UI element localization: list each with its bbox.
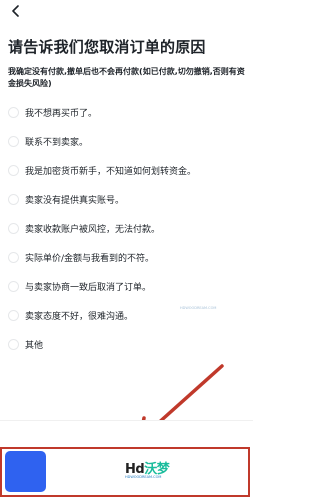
reason-option-mutual-cancel[interactable]: 与卖家协商一致后取消了订单。 <box>8 272 248 301</box>
reason-option-new-user[interactable]: 我是加密货币新手，不知道如何划转资金。 <box>8 156 248 185</box>
reason-option-account-risk-control[interactable]: 卖家收款账户被风控，无法付款。 <box>8 214 248 243</box>
cancel-warning-text: 我确定没有付款,撤单后也不会再付款(如已付款,切勿撤销,否则有资金损失风险) <box>8 67 245 88</box>
reason-label: 卖家态度不好，很难沟通。 <box>25 312 134 322</box>
reason-option-no-real-account[interactable]: 卖家没有提供真实账号。 <box>8 185 248 214</box>
reason-label: 我是加密货币新手，不知道如何划转资金。 <box>25 167 197 177</box>
watermark-url-faint: HDWOODREAM.COM <box>180 306 217 310</box>
reason-label: 实际单价/金额与我看到的不符。 <box>25 254 155 264</box>
reason-label: 联系不到卖家。 <box>25 138 89 148</box>
radio-button[interactable] <box>8 136 19 147</box>
reason-label: 其他 <box>25 341 44 351</box>
watermark-url: HDWOODREAM.COM <box>125 475 162 479</box>
radio-button[interactable] <box>8 252 19 263</box>
reason-label: 与卖家协商一致后取消了订单。 <box>25 283 152 293</box>
page-title: 请告诉我们您取消订单的原因 <box>8 38 206 56</box>
reason-option-price-mismatch[interactable]: 实际单价/金额与我看到的不符。 <box>8 243 248 272</box>
reason-list: 我不想再买币了。 联系不到卖家。 我是加密货币新手，不知道如何划转资金。 卖家没… <box>8 98 248 359</box>
reason-label: 我不想再买币了。 <box>25 109 98 119</box>
chevron-left-icon <box>12 5 19 17</box>
radio-button[interactable] <box>8 107 19 118</box>
radio-button[interactable] <box>8 165 19 176</box>
radio-button[interactable] <box>8 194 19 205</box>
radio-button[interactable] <box>8 310 19 321</box>
watermark-logo: Hd沃梦 HDWOODREAM.COM <box>125 458 185 488</box>
reason-option-seller-unreachable[interactable]: 联系不到卖家。 <box>8 127 248 156</box>
reason-label: 卖家收款账户被风控，无法付款。 <box>25 225 161 235</box>
radio-button[interactable] <box>8 281 19 292</box>
reason-option-other[interactable]: 其他 <box>8 330 248 359</box>
back-button[interactable] <box>9 4 23 18</box>
radio-button[interactable] <box>8 339 19 350</box>
reason-label: 卖家没有提供真实账号。 <box>25 196 125 206</box>
reason-option-not-buying[interactable]: 我不想再买币了。 <box>8 98 248 127</box>
radio-button[interactable] <box>8 223 19 234</box>
